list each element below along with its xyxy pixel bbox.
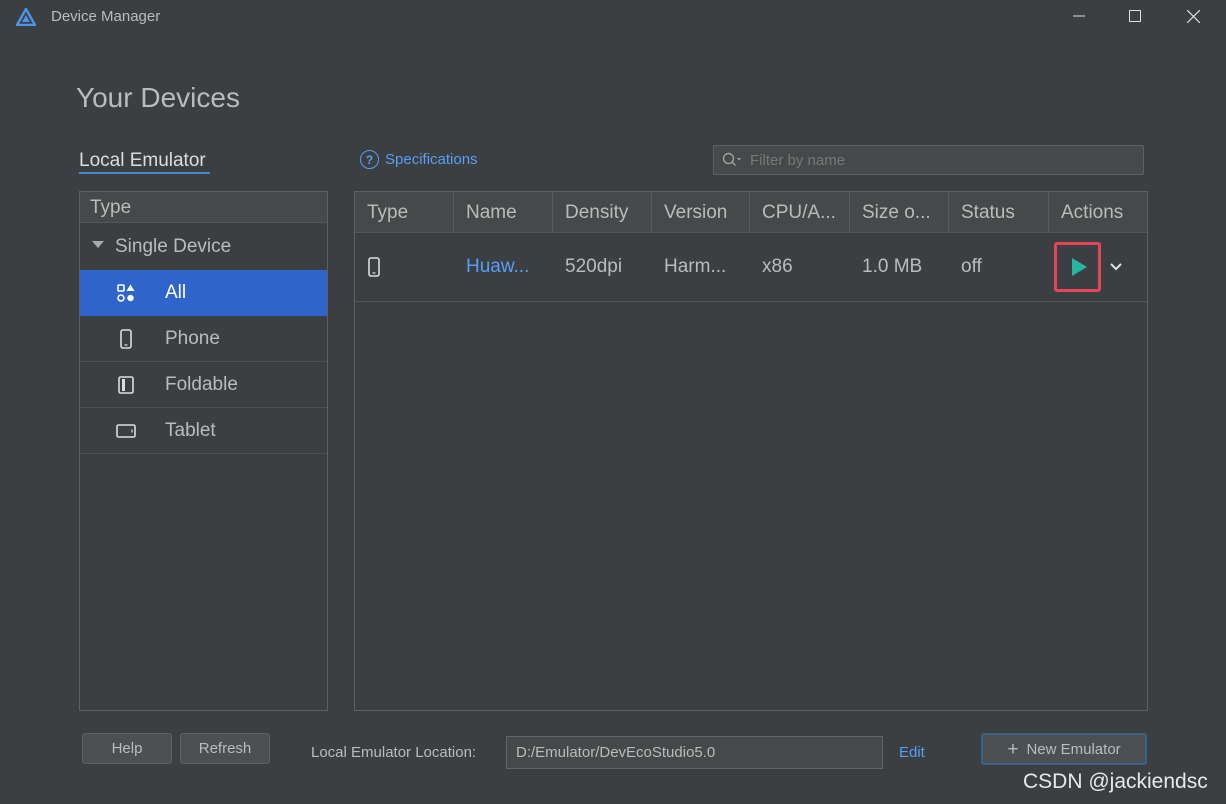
search-icon: [722, 152, 741, 166]
edit-link[interactable]: Edit: [899, 744, 925, 761]
single-device-group[interactable]: Single Device: [80, 223, 327, 270]
devices-table: Type Name Density Version CPU/A... Size …: [354, 191, 1148, 711]
more-actions-button[interactable]: [1109, 262, 1123, 272]
new-emulator-label: New Emulator: [1026, 740, 1121, 758]
refresh-button[interactable]: Refresh: [180, 733, 270, 764]
column-header-status[interactable]: Status: [949, 192, 1049, 232]
type-item-foldable[interactable]: Foldable: [80, 362, 327, 408]
filter-box: [713, 145, 1144, 175]
title-bar: Device Manager: [0, 0, 1226, 34]
new-emulator-button[interactable]: + New Emulator: [981, 733, 1147, 765]
run-button[interactable]: [1054, 242, 1101, 292]
specifications-link[interactable]: ? Specifications: [360, 150, 478, 169]
cell-actions: [1049, 233, 1147, 301]
cell-status: off: [961, 256, 982, 277]
device-manager-window: Device Manager Your Devices Local Emulat…: [0, 0, 1226, 804]
table-row[interactable]: Huaw... 520dpi Harm... x86 1.0 MB off: [355, 233, 1147, 302]
cell-version: Harm...: [664, 256, 727, 277]
cell-type: [355, 233, 454, 301]
maximize-button[interactable]: [1108, 0, 1162, 32]
group-label: Single Device: [115, 235, 232, 257]
column-header-name[interactable]: Name: [454, 192, 553, 232]
cell-density: 520dpi: [565, 256, 623, 277]
cell-cpu: x86: [762, 256, 793, 277]
column-header-size[interactable]: Size o...: [850, 192, 949, 232]
type-item-all[interactable]: All: [80, 270, 327, 316]
help-circle-icon: ?: [360, 150, 379, 169]
minimize-button[interactable]: [1052, 0, 1106, 32]
column-header-type[interactable]: Type: [355, 192, 454, 232]
type-item-label: Phone: [165, 327, 220, 349]
type-item-tablet[interactable]: Tablet: [80, 408, 327, 454]
column-header-actions: Actions: [1061, 202, 1124, 223]
category-grid-icon: [116, 283, 136, 303]
column-header-density[interactable]: Density: [553, 192, 652, 232]
tablet-icon: [116, 421, 136, 441]
play-icon: [1071, 258, 1087, 276]
type-item-phone[interactable]: Phone: [80, 316, 327, 362]
app-logo-icon: [16, 8, 36, 26]
table-header: Type Name Density Version CPU/A... Size …: [355, 192, 1147, 233]
tab-local-emulator[interactable]: Local Emulator: [79, 150, 206, 172]
plus-icon: +: [1007, 738, 1019, 760]
type-item-label: Foldable: [165, 373, 238, 395]
minimize-icon: [1073, 15, 1085, 17]
watermark: CSDN @jackiendsc: [1023, 770, 1208, 793]
maximize-icon: [1129, 10, 1141, 22]
location-label: Local Emulator Location:: [311, 744, 477, 761]
tab-underline: [79, 172, 210, 174]
column-header-cpu[interactable]: CPU/A...: [750, 192, 850, 232]
location-field[interactable]: D:/Emulator/DevEcoStudio5.0: [506, 736, 883, 769]
phone-icon: [116, 328, 136, 349]
help-button[interactable]: Help: [82, 733, 172, 764]
close-icon: [1186, 9, 1200, 23]
foldable-icon: [116, 375, 136, 395]
type-header: Type: [80, 192, 327, 223]
phone-icon: [368, 257, 380, 277]
column-header-version[interactable]: Version: [652, 192, 750, 232]
caret-down-icon: [92, 241, 104, 248]
chevron-down-icon: [1110, 263, 1122, 271]
cell-name[interactable]: Huaw...: [454, 233, 553, 301]
cell-size: 1.0 MB: [862, 256, 923, 277]
specifications-label: Specifications: [385, 151, 478, 168]
page-title: Your Devices: [76, 82, 240, 113]
window-title: Device Manager: [51, 8, 161, 25]
type-panel: Type Single Device All Phone Foldable Ta…: [79, 191, 328, 711]
filter-input[interactable]: [750, 151, 1130, 169]
type-item-label: All: [165, 281, 187, 303]
close-button[interactable]: [1166, 0, 1220, 32]
type-item-label: Tablet: [165, 419, 216, 441]
